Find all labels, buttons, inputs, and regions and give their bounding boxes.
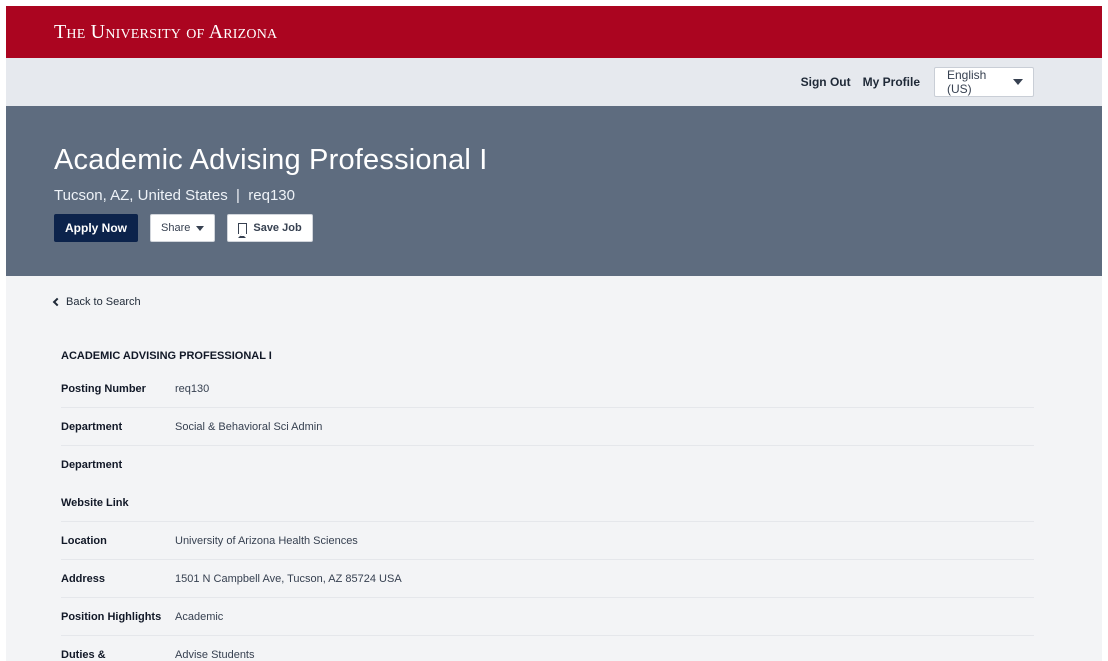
details-table: Posting Number req130 Department Social … [61, 370, 1034, 661]
save-job-button[interactable]: Save Job [227, 214, 313, 242]
detail-label: Website Link [61, 496, 129, 509]
detail-label: Posting Number [61, 382, 146, 395]
language-select-value: English (US) [947, 68, 987, 96]
detail-value: 1501 N Campbell Ave, Tucson, AZ 85724 US… [175, 572, 402, 585]
detail-row: Posting Number req130 [61, 370, 1034, 408]
detail-label: Location [61, 534, 107, 547]
university-logo-text[interactable]: The University of Arizona [54, 21, 277, 44]
language-select[interactable]: English (US) [934, 67, 1034, 97]
job-hero: Academic Advising Professional I Tucson,… [6, 106, 1102, 276]
detail-value: Advise Students [175, 649, 255, 661]
share-button-label: Share [161, 222, 191, 234]
detail-label: Duties & [61, 649, 106, 661]
caret-down-icon [196, 225, 205, 231]
back-to-search-link[interactable]: Back to Search [52, 296, 141, 308]
detail-value: req130 [175, 382, 210, 395]
detail-row: Department Social & Behavioral Sci Admin [61, 408, 1034, 446]
detail-row: Department [61, 446, 1034, 484]
brand-bar: The University of Arizona [6, 6, 1102, 58]
job-location-req: Tucson, AZ, United States | req130 [54, 187, 295, 204]
detail-label: Department [61, 459, 123, 471]
detail-row: Website Link [61, 484, 1034, 522]
apply-now-button[interactable]: Apply Now [54, 214, 138, 242]
detail-row: Duties & Advise Students [61, 636, 1034, 661]
details-heading: ACADEMIC ADVISING PROFESSIONAL I [61, 350, 272, 362]
caret-down-icon [1013, 79, 1023, 85]
detail-row: Position Highlights Academic [61, 598, 1034, 636]
job-title: Academic Advising Professional I [54, 144, 488, 176]
my-profile-link[interactable]: My Profile [863, 75, 920, 89]
chevron-left-icon [52, 297, 62, 307]
share-button[interactable]: Share [150, 214, 216, 242]
utility-nav: Sign Out My Profile English (US) [6, 58, 1102, 106]
detail-value: Social & Behavioral Sci Admin [175, 420, 323, 433]
detail-row: Location University of Arizona Health Sc… [61, 522, 1034, 560]
page-frame: The University of Arizona Sign Out My Pr… [6, 6, 1102, 661]
bookmark-icon [238, 222, 248, 238]
job-details-content: Back to Search ACADEMIC ADVISING PROFESS… [6, 276, 1102, 661]
back-to-search-label: Back to Search [66, 296, 141, 308]
detail-value: University of Arizona Health Sciences [175, 534, 358, 547]
detail-label: Department [61, 420, 123, 433]
save-job-label: Save Job [253, 222, 302, 234]
sign-out-link[interactable]: Sign Out [801, 75, 851, 89]
job-actions: Apply Now Share Save Job [54, 214, 1102, 242]
detail-label: Position Highlights [61, 610, 162, 623]
detail-row: Address 1501 N Campbell Ave, Tucson, AZ … [61, 560, 1034, 598]
detail-label: Address [61, 572, 106, 585]
detail-value: Academic [175, 610, 224, 623]
